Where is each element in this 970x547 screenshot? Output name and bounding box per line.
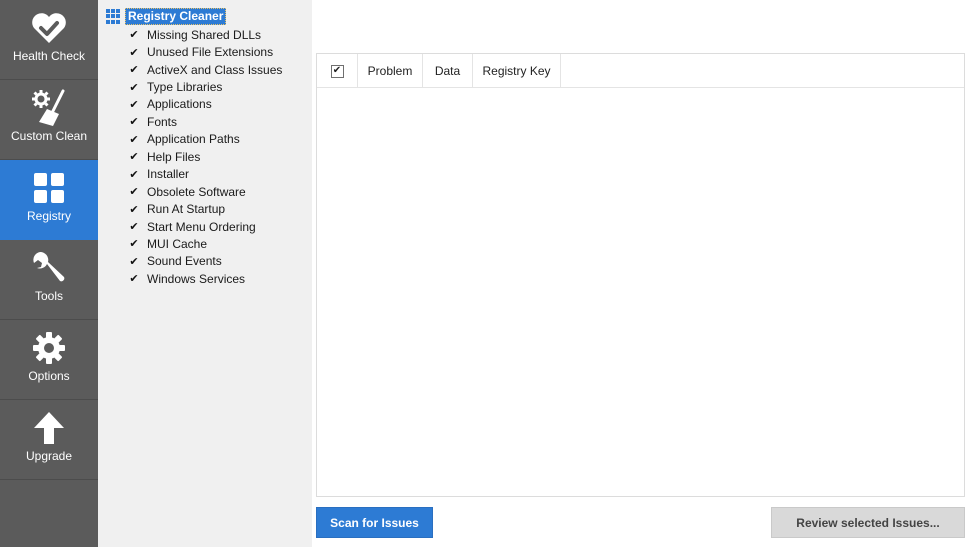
checkbox[interactable]: ✔ [128,238,140,250]
tree-item-label: Help Files [147,149,201,164]
checkbox[interactable]: ✔ [128,46,140,59]
registry-tree-panel: Registry Cleaner ✔ Missing Shared DLLs ✔ Un… [98,0,312,547]
checkbox[interactable]: ✔ [128,273,140,285]
tree-item-label: Unused File Extensions [147,45,274,60]
column-header-problem[interactable]: Problem [358,54,423,88]
tree-item[interactable]: ✔ Start Menu Ordering [128,218,282,235]
nav-label: Upgrade [25,449,73,463]
nav-label: Options [28,369,70,383]
nav-item-registry[interactable]: Registry [0,160,98,240]
tree-item[interactable]: ✔ Unused File Extensions [128,43,282,60]
tree-item-label: Missing Shared DLLs [147,27,262,42]
checkbox[interactable]: ✔ [128,151,140,163]
tree-item-label: ActiveX and Class Issues [147,62,283,77]
checkbox[interactable]: ✔ [128,98,140,111]
checkbox[interactable]: ✔ [128,133,140,146]
tree-item[interactable]: ✔ Fonts [128,113,282,130]
column-header-registry-key[interactable]: Registry Key [473,54,561,88]
review-selected-issues-button[interactable]: Review selected Issues... [771,507,965,538]
tree-item[interactable]: ✔ Type Libraries [128,78,282,95]
tree-item-label: Type Libraries [147,80,223,95]
tree-item[interactable]: ✔ ActiveX and Class Issues [128,61,282,78]
tree-item-label: Application Paths [147,132,240,147]
grid-icon [106,9,121,24]
tree-root[interactable]: Registry Cleaner [106,8,227,25]
tree-item-label: Run At Startup [147,202,226,217]
select-all-column[interactable]: ✔ [317,54,358,88]
nav-item-health-check[interactable]: Health Check [0,0,98,80]
tree-item-list: ✔ Missing Shared DLLs ✔ Unused File Extensi… [128,26,282,288]
checkbox[interactable]: ✔ [128,255,140,268]
checkbox[interactable]: ✔ [128,221,140,233]
checkbox[interactable]: ✔ [128,168,140,181]
tree-item[interactable]: ✔ Help Files [128,148,282,165]
nav-label: Custom Clean [10,129,88,143]
checkbox[interactable]: ✔ [128,29,140,41]
results-header: ✔ Problem Data Registry Key [317,54,964,88]
arrow-up-icon [29,410,69,446]
nav-label: Tools [34,289,63,303]
tree-item[interactable]: ✔ Sound Events [128,253,282,270]
broom-gear-icon [29,89,69,126]
checkbox[interactable]: ✔ [128,186,140,198]
results-table: ✔ Problem Data Registry Key [316,53,965,497]
tree-item[interactable]: ✔ Windows Services [128,270,282,287]
select-all-checkbox[interactable]: ✔ [330,64,344,78]
tree-item-label: Applications [147,97,212,112]
tree-item-label: Windows Services [147,271,246,286]
tree-item-label: Fonts [147,114,178,129]
checkbox[interactable]: ✔ [128,116,140,128]
gear-icon [29,330,69,366]
tree-item-label: Obsolete Software [147,184,246,199]
scan-for-issues-button[interactable]: Scan for Issues [316,507,433,538]
tree-item[interactable]: ✔ Missing Shared DLLs [128,26,282,43]
main-nav: Health Check Custom Clean Registry Tools… [0,0,98,547]
nav-label: Health Check [12,49,86,63]
checkbox[interactable]: ✔ [128,203,140,216]
tree-item-label: Sound Events [147,254,222,269]
tree-item-label: Start Menu Ordering [147,219,256,234]
checkbox[interactable]: ✔ [128,64,140,76]
nav-label: Registry [26,209,71,223]
wrench-icon [29,250,69,286]
nav-item-upgrade[interactable]: Upgrade [0,400,98,480]
tree-item-label: MUI Cache [147,236,208,251]
heart-check-icon [29,10,69,46]
tree-root-label: Registry Cleaner [125,8,227,25]
tree-item[interactable]: ✔ Run At Startup [128,200,282,217]
nav-item-custom-clean[interactable]: Custom Clean [0,80,98,160]
tree-item[interactable]: ✔ Installer [128,166,282,183]
tree-item[interactable]: ✔ Obsolete Software [128,183,282,200]
grid-icon [29,170,69,206]
tree-item[interactable]: ✔ Applications [128,96,282,113]
column-header-data[interactable]: Data [423,54,473,88]
checkbox[interactable]: ✔ [128,81,140,94]
tree-item[interactable]: ✔ Application Paths [128,131,282,148]
tree-item[interactable]: ✔ MUI Cache [128,235,282,252]
nav-item-options[interactable]: Options [0,320,98,400]
nav-item-tools[interactable]: Tools [0,240,98,320]
tree-item-label: Installer [147,167,190,182]
